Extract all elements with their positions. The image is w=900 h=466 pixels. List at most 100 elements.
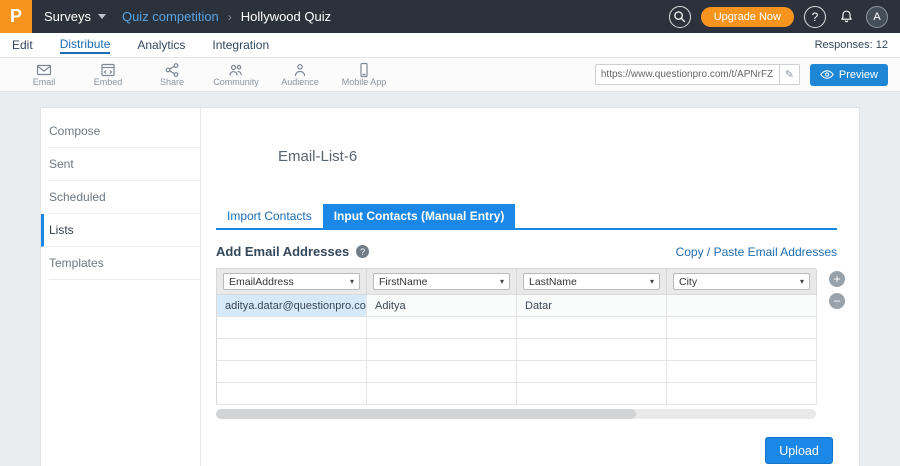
channel-embed[interactable]: Embed	[76, 62, 140, 87]
preview-label: Preview	[839, 69, 878, 81]
column-select-value: EmailAddress	[229, 276, 294, 288]
upload-row: Upload	[216, 437, 837, 466]
topbar-actions: Upgrade Now ? A	[669, 6, 900, 28]
channel-label: Email	[33, 77, 56, 87]
column-select-value: City	[679, 276, 697, 288]
channel-label: Audience	[281, 77, 319, 87]
mobile-app-icon	[356, 62, 372, 78]
survey-menu-bar: Edit Distribute Analytics Integration Re…	[0, 33, 900, 58]
edit-url-pencil-icon[interactable]: ✎	[779, 64, 800, 85]
table-cell-firstname[interactable]: Aditya	[367, 295, 517, 317]
tab-input-contacts-manual[interactable]: Input Contacts (Manual Entry)	[323, 204, 516, 228]
breadcrumb-survey-name[interactable]: Quiz competition	[122, 9, 219, 24]
contacts-table: EmailAddress FirstName LastName	[216, 268, 816, 405]
channel-label: Mobile App	[342, 77, 387, 87]
contacts-tabs: Import Contacts Input Contacts (Manual E…	[216, 204, 837, 230]
table-cell-lastname[interactable]	[517, 339, 667, 361]
channel-share[interactable]: Share	[140, 62, 204, 87]
help-button[interactable]: ?	[804, 6, 826, 28]
audience-icon	[292, 62, 308, 78]
table-cell-email[interactable]	[217, 317, 367, 339]
city-column-select[interactable]: City	[673, 273, 810, 290]
email-sidebar: Compose Sent Scheduled Lists Templates	[41, 108, 201, 466]
sidebar-item-templates[interactable]: Templates	[49, 247, 200, 280]
tab-analytics[interactable]: Analytics	[137, 38, 185, 53]
table-cell-firstname[interactable]	[367, 383, 517, 405]
upload-button[interactable]: Upload	[765, 437, 833, 464]
table-cell-lastname[interactable]	[517, 361, 667, 383]
help-tooltip-icon[interactable]: ?	[356, 245, 369, 258]
sidebar-item-sent[interactable]: Sent	[49, 148, 200, 181]
user-avatar[interactable]: A	[866, 6, 888, 28]
table-cell-firstname[interactable]	[367, 339, 517, 361]
surveys-product-label: Surveys	[44, 9, 91, 24]
table-cell-email[interactable]: aditya.datar@questionpro.com	[217, 295, 367, 317]
table-cell-city[interactable]	[667, 295, 817, 317]
embed-icon	[100, 62, 116, 78]
questionpro-logo[interactable]: P	[0, 0, 32, 33]
bell-icon	[839, 9, 854, 24]
upgrade-now-button[interactable]: Upgrade Now	[701, 7, 794, 27]
table-header-cell: FirstName	[367, 269, 517, 295]
table-cell-firstname[interactable]	[367, 317, 517, 339]
table-cell-city[interactable]	[667, 339, 817, 361]
table-cell-email[interactable]	[217, 361, 367, 383]
breadcrumb-current-page: Hollywood Quiz	[241, 9, 331, 24]
upload-button-wrap: Upload	[761, 437, 837, 466]
tab-distribute[interactable]: Distribute	[60, 37, 111, 54]
channel-email[interactable]: Email	[12, 62, 76, 87]
table-cell-email[interactable]	[217, 339, 367, 361]
preview-button[interactable]: Preview	[810, 64, 888, 86]
row-add-remove-buttons: + −	[829, 271, 845, 309]
remove-row-button[interactable]: −	[829, 293, 845, 309]
sidebar-item-scheduled[interactable]: Scheduled	[49, 181, 200, 214]
table-cell-lastname[interactable]: Datar	[517, 295, 667, 317]
eye-icon	[820, 69, 834, 80]
distribute-toolbar: Email Embed Share Community	[0, 58, 900, 92]
surveys-product-menu[interactable]: Surveys	[32, 0, 122, 33]
search-button[interactable]	[669, 6, 691, 28]
table-cell-email[interactable]	[217, 383, 367, 405]
channel-label: Share	[160, 77, 184, 87]
table-cell-city[interactable]	[667, 361, 817, 383]
channel-mobile-app[interactable]: Mobile App	[332, 62, 396, 87]
firstname-column-select[interactable]: FirstName	[373, 273, 510, 290]
channel-community[interactable]: Community	[204, 62, 268, 87]
responses-count: Responses: 12	[815, 39, 888, 51]
sidebar-item-lists[interactable]: Lists	[41, 214, 200, 247]
horizontal-scrollbar[interactable]	[216, 409, 816, 419]
table-header-cell: EmailAddress	[217, 269, 367, 295]
email-icon	[36, 62, 52, 78]
contacts-table-area: EmailAddress FirstName LastName	[216, 268, 816, 419]
table-cell-firstname[interactable]	[367, 361, 517, 383]
column-select-value: FirstName	[379, 276, 427, 288]
add-row-button[interactable]: +	[829, 271, 845, 287]
list-detail-main: Email-List-6 Import Contacts Input Conta…	[201, 108, 859, 466]
content-area: Compose Sent Scheduled Lists Templates E…	[0, 93, 900, 466]
table-cell-city[interactable]	[667, 383, 817, 405]
tab-integration[interactable]: Integration	[212, 38, 269, 53]
scrollbar-thumb[interactable]	[216, 409, 636, 419]
breadcrumb: Quiz competition › Hollywood Quiz	[122, 9, 331, 24]
breadcrumb-separator: ›	[228, 10, 232, 24]
survey-url-input[interactable]	[595, 64, 779, 85]
tab-edit[interactable]: Edit	[12, 38, 33, 53]
add-email-addresses-title: Add Email Addresses	[216, 244, 349, 259]
table-cell-lastname[interactable]	[517, 317, 667, 339]
table-cell-lastname[interactable]	[517, 383, 667, 405]
lastname-column-select[interactable]: LastName	[523, 273, 660, 290]
sidebar-item-compose[interactable]: Compose	[49, 115, 200, 148]
notifications-button[interactable]	[836, 7, 856, 27]
copy-paste-email-addresses-link[interactable]: Copy / Paste Email Addresses	[676, 245, 837, 259]
add-email-addresses-row: Add Email Addresses ? Copy / Paste Email…	[216, 244, 837, 259]
emailaddress-column-select[interactable]: EmailAddress	[223, 273, 360, 290]
search-icon	[673, 10, 686, 23]
channel-label: Embed	[94, 77, 123, 87]
channel-audience[interactable]: Audience	[268, 62, 332, 87]
app-screen: P Surveys Quiz competition › Hollywood Q…	[0, 0, 900, 466]
email-list-title: Email-List-6	[278, 148, 837, 165]
tab-import-contacts[interactable]: Import Contacts	[216, 204, 323, 228]
community-icon	[228, 62, 244, 78]
share-icon	[164, 62, 180, 78]
table-cell-city[interactable]	[667, 317, 817, 339]
